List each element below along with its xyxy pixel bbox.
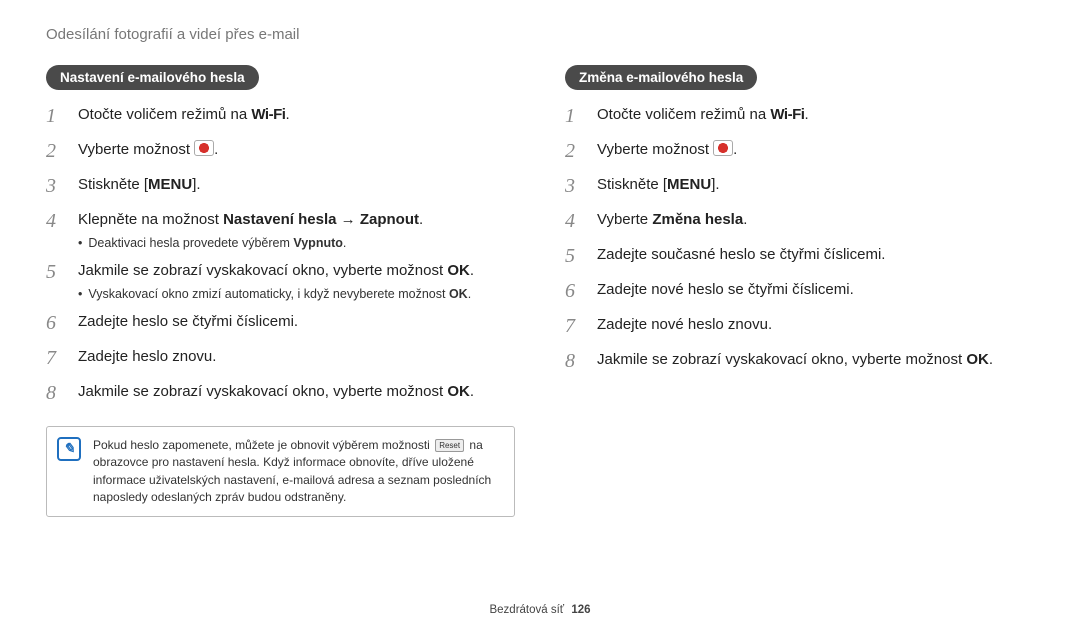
step-number: 8 xyxy=(565,347,589,376)
step-number: 8 xyxy=(46,379,70,408)
step-body: Stiskněte [MENU]. xyxy=(597,174,1034,196)
section-title-change-password: Změna e-mailového hesla xyxy=(565,65,757,90)
step-text: Zadejte nové heslo znovu. xyxy=(597,316,772,333)
step-body: Zadejte nové heslo znovu. xyxy=(597,314,1034,336)
bold-text: Změna hesla xyxy=(652,211,743,228)
menu-label: MENU xyxy=(148,176,192,193)
content-columns: Nastavení e-mailového hesla 1 Otočte voli… xyxy=(46,65,1034,517)
step-number: 6 xyxy=(46,309,70,338)
step: 1 Otočte voličem režimů na Wi-Fi. xyxy=(565,104,1034,131)
bold-text: Nastavení hesla xyxy=(223,211,336,228)
column-right: Změna e-mailového hesla 1 Otočte voličem … xyxy=(565,65,1034,517)
bold-text: OK xyxy=(447,383,470,400)
steps-right: 1 Otočte voličem režimů na Wi-Fi. 2 Vyberte… xyxy=(565,104,1034,376)
step: 8 Jakmile se zobrazí vyskakovací okno, vy… xyxy=(46,381,515,408)
step-text: Jakmile se zobrazí vyskakovací okno, vyb… xyxy=(78,262,474,279)
menu-label: MENU xyxy=(667,176,711,193)
step: 7 Zadejte heslo znovu. xyxy=(46,346,515,373)
step: 6 Zadejte nové heslo se čtyřmi číslicemi. xyxy=(565,279,1034,306)
step-body: Stiskněte [MENU]. xyxy=(78,174,515,196)
step-text: Klepněte na možnost Nastavení hesla → Za… xyxy=(78,211,423,228)
step-number: 5 xyxy=(565,242,589,271)
step: 4 Vyberte Změna hesla. xyxy=(565,209,1034,236)
step-number: 2 xyxy=(46,137,70,166)
step: 2 Vyberte možnost . xyxy=(46,139,515,166)
step-number: 5 xyxy=(46,258,70,287)
step: 8 Jakmile se zobrazí vyskakovací okno, vy… xyxy=(565,349,1034,376)
step: 6 Zadejte heslo se čtyřmi číslicemi. xyxy=(46,311,515,338)
step-number: 1 xyxy=(565,102,589,131)
step-body: Vyberte možnost . xyxy=(597,139,1034,161)
step-text: Zadejte heslo znovu. xyxy=(78,348,216,365)
step-body: Vyberte Změna hesla. xyxy=(597,209,1034,231)
step: 3 Stiskněte [MENU]. xyxy=(565,174,1034,201)
step: 4 Klepněte na možnost Nastavení hesla → Z… xyxy=(46,209,515,252)
step-body: Otočte voličem režimů na Wi-Fi. xyxy=(597,104,1034,126)
wifi-label: Wi-Fi xyxy=(251,106,285,123)
section-title-set-password: Nastavení e-mailového hesla xyxy=(46,65,259,90)
step-body: Klepněte na možnost Nastavení hesla → Za… xyxy=(78,209,515,252)
step-body: Zadejte heslo znovu. xyxy=(78,346,515,368)
note-box: ✎ Pokud heslo zapomenete, můžete je obno… xyxy=(46,426,515,518)
step-text: Vyberte možnost . xyxy=(78,141,218,158)
step-text: Zadejte současné heslo se čtyřmi číslice… xyxy=(597,246,885,263)
step-sub: Vyskakovací okno zmizí automaticky, i kd… xyxy=(78,285,515,303)
wifi-label: Wi-Fi xyxy=(770,106,804,123)
step-number: 4 xyxy=(565,207,589,236)
step-text: Jakmile se zobrazí vyskakovací okno, vyb… xyxy=(597,351,993,368)
step-body: Zadejte současné heslo se čtyřmi číslice… xyxy=(597,244,1034,266)
steps-left: 1 Otočte voličem režimů na Wi-Fi. 2 Vyberte… xyxy=(46,104,515,408)
step-text: Jakmile se zobrazí vyskakovací okno, vyb… xyxy=(78,383,474,400)
step: 7 Zadejte nové heslo znovu. xyxy=(565,314,1034,341)
step-sub: Deaktivaci hesla provedete výběrem Vypnu… xyxy=(78,234,515,252)
footer-label: Bezdrátová síť xyxy=(489,604,564,616)
bold-text: OK xyxy=(966,351,989,368)
page-number: 126 xyxy=(571,604,590,616)
step-text: Vyberte Změna hesla. xyxy=(597,211,747,228)
step-number: 4 xyxy=(46,207,70,236)
step-text: Stiskněte [MENU]. xyxy=(78,176,201,193)
email-icon xyxy=(713,140,733,156)
bold-text: Zapnout xyxy=(360,211,419,228)
step-number: 7 xyxy=(565,312,589,341)
step: 3 Stiskněte [MENU]. xyxy=(46,174,515,201)
page-footer: Bezdrátová síť 126 xyxy=(0,604,1080,616)
step-number: 1 xyxy=(46,102,70,131)
step-number: 3 xyxy=(46,172,70,201)
note-text: Pokud heslo zapomenete, můžete je obnovi… xyxy=(93,437,502,507)
bold-text: OK xyxy=(447,262,470,279)
step-body: Otočte voličem režimů na Wi-Fi. xyxy=(78,104,515,126)
step-body: Jakmile se zobrazí vyskakovací okno, vyb… xyxy=(78,381,515,403)
step: 2 Vyberte možnost . xyxy=(565,139,1034,166)
page-title: Odesílání fotografií a videí přes e-mail xyxy=(46,26,1034,43)
reset-badge: Reset xyxy=(435,439,464,453)
step-text: Stiskněte [MENU]. xyxy=(597,176,720,193)
column-left: Nastavení e-mailového hesla 1 Otočte voli… xyxy=(46,65,515,517)
email-icon xyxy=(194,140,214,156)
step-text: Otočte voličem režimů na Wi-Fi. xyxy=(78,106,290,123)
step-number: 3 xyxy=(565,172,589,201)
step-text: Zadejte heslo se čtyřmi číslicemi. xyxy=(78,313,298,330)
bold-text: OK xyxy=(449,287,468,301)
page: Odesílání fotografií a videí přes e-mail… xyxy=(0,0,1080,630)
step-body: Zadejte heslo se čtyřmi číslicemi. xyxy=(78,311,515,333)
step-body: Jakmile se zobrazí vyskakovací okno, vyb… xyxy=(597,349,1034,371)
step-text: Zadejte nové heslo se čtyřmi číslicemi. xyxy=(597,281,854,298)
bold-text: Vypnuto xyxy=(293,236,343,250)
step-text: Vyberte možnost . xyxy=(597,141,737,158)
step-body: Zadejte nové heslo se čtyřmi číslicemi. xyxy=(597,279,1034,301)
step: 5 Zadejte současné heslo se čtyřmi číslic… xyxy=(565,244,1034,271)
step: 1 Otočte voličem režimů na Wi-Fi. xyxy=(46,104,515,131)
step-body: Jakmile se zobrazí vyskakovací okno, vyb… xyxy=(78,260,515,303)
step-text: Otočte voličem režimů na Wi-Fi. xyxy=(597,106,809,123)
step-number: 7 xyxy=(46,344,70,373)
step-number: 6 xyxy=(565,277,589,306)
note-icon: ✎ xyxy=(57,437,81,461)
step-number: 2 xyxy=(565,137,589,166)
step: 5 Jakmile se zobrazí vyskakovací okno, vy… xyxy=(46,260,515,303)
step-body: Vyberte možnost . xyxy=(78,139,515,161)
